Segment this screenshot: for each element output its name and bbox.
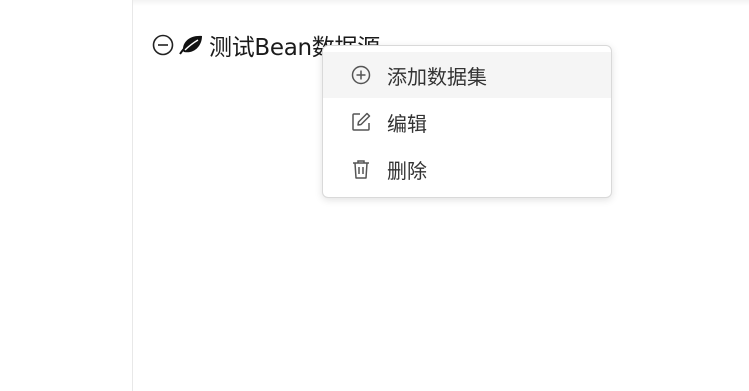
- menu-item-delete[interactable]: 删除: [323, 146, 611, 192]
- context-menu: 添加数据集 编辑 删除: [322, 45, 612, 198]
- menu-item-label: 删除: [387, 158, 427, 183]
- menu-item-edit[interactable]: 编辑: [323, 99, 611, 145]
- minus-circle-icon[interactable]: [152, 34, 174, 56]
- menu-item-label: 编辑: [387, 111, 427, 136]
- menu-item-label: 添加数据集: [387, 64, 487, 89]
- page: 测试Bean数据源 添加数据集 编辑 删除: [0, 0, 749, 391]
- left-panel: [0, 0, 133, 391]
- edit-icon: [349, 110, 373, 134]
- trash-icon: [349, 157, 373, 181]
- plus-circle-icon: [349, 63, 373, 87]
- leaf-icon: [178, 33, 204, 57]
- menu-item-add-dataset[interactable]: 添加数据集: [323, 52, 611, 98]
